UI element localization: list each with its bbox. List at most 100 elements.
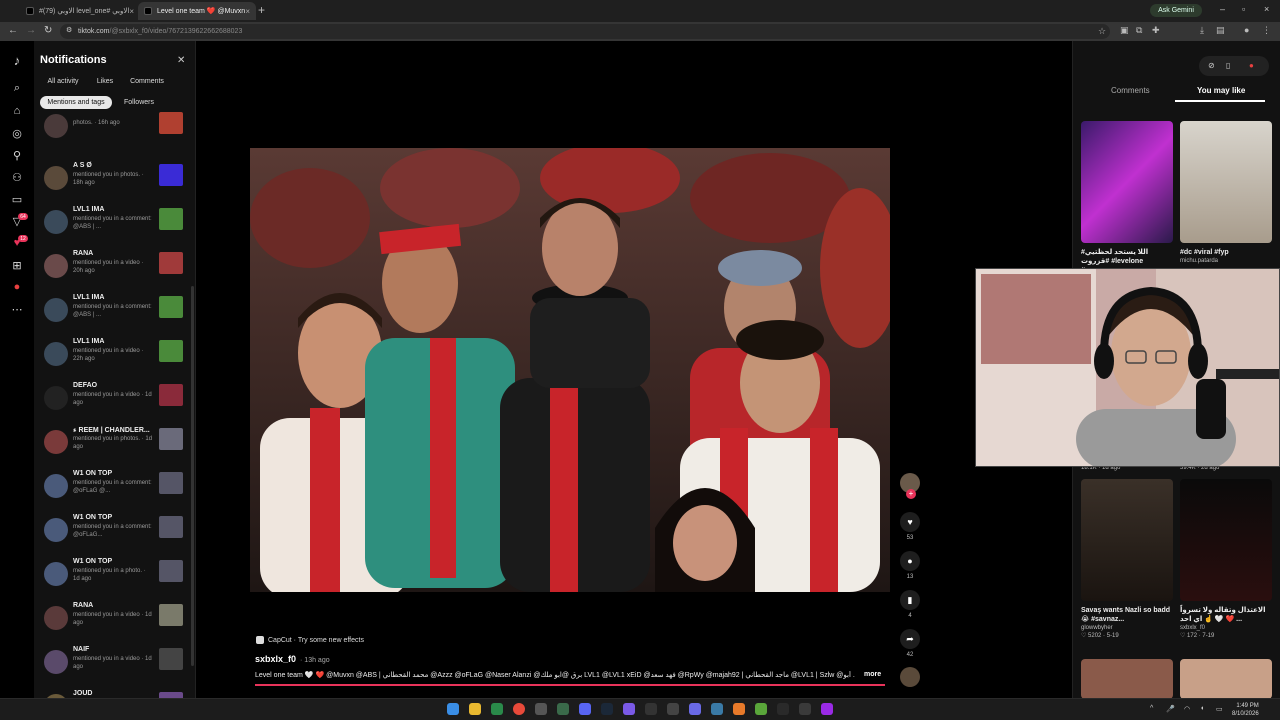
taskbar-app-icon[interactable] — [821, 703, 833, 715]
comment-button[interactable]: ● 13 — [898, 551, 922, 580]
ask-gemini-button[interactable]: Ask Gemini — [1150, 4, 1202, 17]
recommended-video-card[interactable] — [1180, 659, 1272, 699]
taskbar-app-icon[interactable] — [733, 703, 745, 715]
file-explorer-icon[interactable] — [469, 703, 481, 715]
video-player[interactable] — [250, 148, 890, 592]
new-tab-icon[interactable]: + — [258, 3, 265, 17]
notification-item[interactable]: RANA mentioned you in a video · 20h ago — [34, 250, 194, 290]
notification-item[interactable]: A S Ø mentioned you in photos. · 18h ago — [34, 162, 194, 202]
filter-likes[interactable]: Likes — [90, 75, 120, 88]
site-info-icon[interactable]: ⚙ — [66, 26, 72, 34]
notification-sender[interactable]: A S Ø — [73, 162, 92, 169]
video-progress-bar[interactable] — [255, 684, 885, 686]
tab-comments[interactable]: Comments — [1111, 86, 1150, 95]
recommended-video-card[interactable] — [1081, 659, 1173, 699]
profile-icon[interactable]: ● — [10, 280, 24, 294]
like-button[interactable]: ♥ 53 — [898, 512, 922, 541]
notification-thumbnail[interactable] — [159, 384, 183, 406]
filter-all-activity[interactable]: All activity — [40, 75, 86, 88]
notification-sender[interactable]: RANA — [73, 250, 93, 257]
notification-item[interactable]: W1 ON TOP mentioned you in a comment: @oF… — [34, 470, 194, 510]
extensions-puzzle-icon[interactable]: ✚ — [1152, 25, 1160, 36]
notification-sender[interactable]: LVL1 IMA — [73, 338, 104, 345]
live-icon[interactable]: ▭ — [10, 192, 24, 206]
notification-sender[interactable]: NAIF — [73, 646, 89, 653]
close-icon[interactable]: ✕ — [177, 55, 185, 66]
notification-thumbnail[interactable] — [159, 428, 183, 450]
downloads-icon[interactable]: ⤓ — [1200, 25, 1204, 36]
extension-icon[interactable]: ⧉ — [1136, 25, 1142, 36]
notification-sender[interactable]: W1 ON TOP — [73, 558, 112, 565]
notification-item[interactable]: NAIF mentioned you in a video · 1d ago — [34, 646, 194, 686]
taskbar-app-icon[interactable] — [667, 703, 679, 715]
explore-icon[interactable]: ◎ — [10, 126, 24, 140]
notifications-scrollbar[interactable] — [191, 286, 194, 666]
notification-item[interactable]: LVL1 IMA mentioned you in a comment: @ABS… — [34, 294, 194, 334]
reload-icon[interactable]: ↻ — [44, 25, 52, 36]
tab-you-may-like[interactable]: You may like — [1197, 86, 1245, 95]
taskbar-app-icon[interactable] — [623, 703, 635, 715]
notification-item[interactable]: LVL1 IMA mentioned you in a video · 22h a… — [34, 338, 194, 378]
volume-icon[interactable]: ◖ — [1200, 705, 1204, 712]
chrome-icon[interactable] — [513, 703, 525, 715]
taskbar-app-icon[interactable] — [689, 703, 701, 715]
browser-tab-2[interactable]: Level one team ❤️ @Muvxn × — [138, 2, 256, 20]
discord-icon[interactable] — [579, 703, 591, 715]
notification-thumbnail[interactable] — [159, 472, 183, 494]
notification-item[interactable]: ء REEM | CHANDLER... mentioned you in pho… — [34, 426, 194, 466]
filter-mentions-and-tags[interactable]: Mentions and tags — [40, 96, 112, 109]
taskbar-app-icon[interactable] — [645, 703, 657, 715]
tab-close-icon[interactable]: × — [129, 7, 134, 16]
avatar[interactable] — [44, 474, 68, 498]
follow-plus-icon[interactable]: + — [906, 489, 916, 499]
avatar[interactable] — [44, 210, 68, 234]
forward-icon[interactable]: → — [26, 25, 36, 36]
avatar[interactable] — [44, 254, 68, 278]
notification-thumbnail[interactable] — [159, 560, 183, 582]
taskbar-app-icon[interactable] — [711, 703, 723, 715]
taskbar-app-icon[interactable] — [491, 703, 503, 715]
avatar[interactable] — [44, 650, 68, 674]
filter-followers[interactable]: Followers — [118, 96, 160, 109]
avatar[interactable] — [44, 114, 68, 138]
menu-kebab-icon[interactable]: ⋮ — [1262, 25, 1271, 36]
extension-icon[interactable]: ▣ — [1120, 25, 1129, 36]
friends-icon[interactable]: ⚇ — [10, 170, 24, 184]
notification-thumbnail[interactable] — [159, 112, 183, 134]
avatar[interactable] — [44, 386, 68, 410]
start-menu-icon[interactable] — [447, 703, 459, 715]
avatar[interactable] — [44, 298, 68, 322]
recommended-video-card[interactable]: الاعتذال وتقاله ولا تسرواً اي احد ☝️ 🤍 ❤… — [1180, 479, 1272, 639]
home-icon[interactable]: ⌂ — [10, 104, 24, 118]
notification-item[interactable]: DEFAO mentioned you in a video · 1d ago — [34, 382, 194, 422]
video-author[interactable]: sxbxlx_f0 · 13h ago — [255, 654, 330, 664]
system-clock[interactable]: 1:49 PM 8/10/2026 — [1232, 702, 1259, 718]
avatar[interactable] — [44, 606, 68, 630]
notification-sender[interactable]: ء REEM | CHANDLER... — [73, 426, 150, 434]
wifi-icon[interactable]: ◠ — [1184, 705, 1190, 713]
avatar[interactable] — [44, 562, 68, 586]
tiktok-logo-icon[interactable]: ♪ — [10, 53, 24, 68]
notification-thumbnail[interactable] — [159, 604, 183, 626]
taskbar-app-icon[interactable] — [777, 703, 789, 715]
creator-avatar-button[interactable]: + — [898, 473, 922, 499]
avatar[interactable] — [44, 166, 68, 190]
notification-item[interactable]: LVL1 IMA mentioned you in a comment: @ABS… — [34, 206, 194, 246]
notification-thumbnail[interactable] — [159, 208, 183, 230]
bookmark-star-icon[interactable]: ☆ — [1098, 26, 1106, 37]
avatar[interactable] — [44, 342, 68, 366]
notification-sender[interactable]: LVL1 IMA — [73, 206, 104, 213]
taskbar-app-icon[interactable] — [535, 703, 547, 715]
phone-icon[interactable]: ▯ — [1226, 61, 1230, 70]
browser-tab-1[interactable]: #الاوبي (79) level_one# الاوبي × — [20, 2, 136, 20]
notification-thumbnail[interactable] — [159, 164, 183, 186]
recommended-video-card[interactable]: #dc #viral #fyp michu.patarda — [1180, 121, 1272, 264]
notification-sender[interactable]: W1 ON TOP — [73, 470, 112, 477]
notification-thumbnail[interactable] — [159, 516, 183, 538]
save-button[interactable]: ▮ 4 — [898, 590, 922, 619]
recommended-video-card[interactable]: Savaş wants Nazli so badd😭 #savnaz... gl… — [1081, 479, 1173, 639]
notification-sender[interactable]: W1 ON TOP — [73, 514, 112, 521]
notification-item[interactable]: photos. · 16h ago — [34, 110, 194, 150]
notification-sender[interactable]: LVL1 IMA — [73, 294, 104, 301]
more-icon[interactable]: ⋯ — [10, 302, 24, 316]
